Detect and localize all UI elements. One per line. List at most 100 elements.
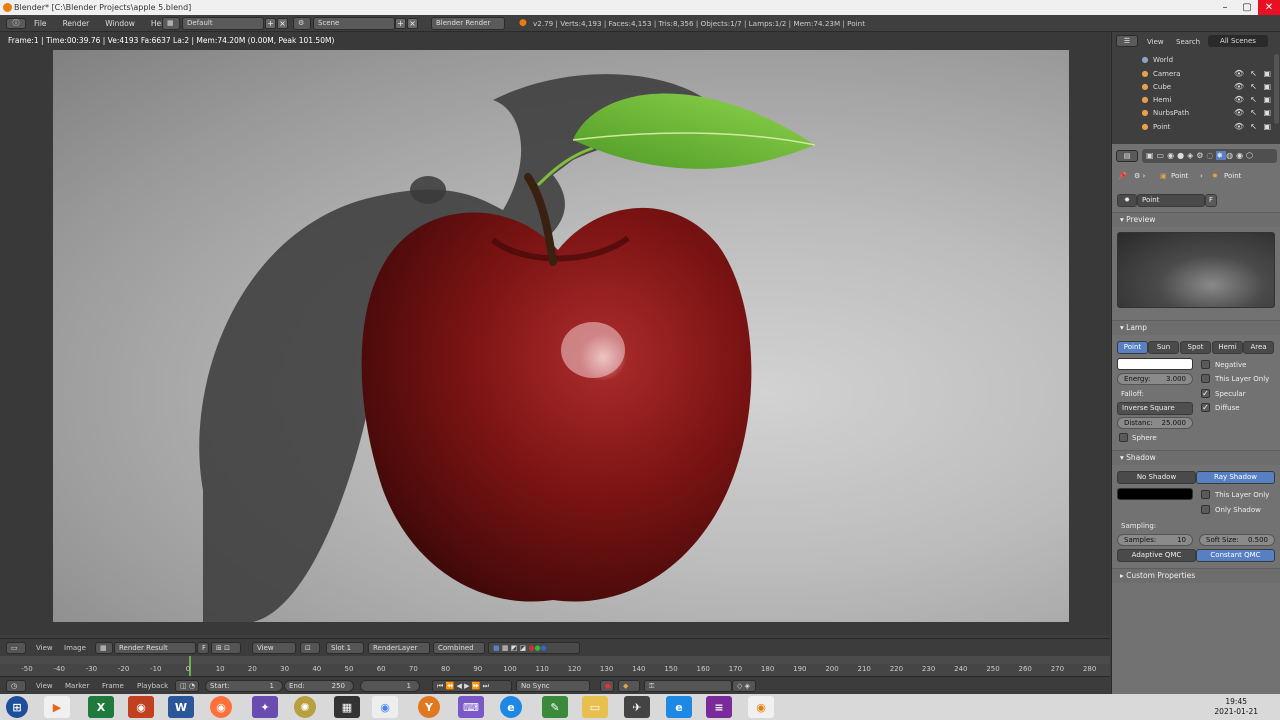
preview-range-icon[interactable]: ◫ ◔ <box>175 680 199 692</box>
lamp-type-area[interactable]: Area <box>1243 341 1274 354</box>
context-tabs[interactable]: ▣▭◉●◈⚙◌✸◍◉⬡ <box>1142 149 1277 163</box>
menu-view[interactable]: View <box>36 644 53 652</box>
only-shadow-checkbox[interactable] <box>1201 505 1210 514</box>
record-button[interactable]: ● <box>600 680 614 692</box>
app-icon[interactable]: ✎ <box>542 696 568 718</box>
outliner-display-mode[interactable]: All Scenes <box>1208 35 1268 47</box>
scene-selector[interactable]: Scene <box>313 17 395 30</box>
menu-view[interactable]: View <box>36 682 53 690</box>
app-icon[interactable]: ✺ <box>294 696 316 718</box>
lamp-panel-header[interactable]: ▾ Lamp <box>1112 320 1280 335</box>
diffuse-checkbox[interactable]: ✓ <box>1201 403 1210 412</box>
media-player-icon[interactable]: ▶ <box>44 696 70 718</box>
start-button[interactable]: ⊞ <box>6 696 28 718</box>
outliner-menu-view[interactable]: View <box>1147 38 1164 46</box>
layout-selector[interactable]: Default <box>182 17 264 30</box>
image-fake-user-button[interactable]: F <box>197 642 209 654</box>
outliner-scrollbar[interactable] <box>1274 54 1279 124</box>
selectability-cursor-icon[interactable]: ↖ <box>1250 82 1257 91</box>
outliner[interactable]: ☰ View Search All Scenes ● World ● Camera 👁 ↖… <box>1112 32 1280 144</box>
selectability-cursor-icon[interactable]: ↖ <box>1250 122 1257 131</box>
pin-icon[interactable]: 📌 <box>1118 172 1127 180</box>
app-icon[interactable]: ✈ <box>624 696 650 718</box>
outliner-item-world[interactable]: ● World <box>1112 54 1280 67</box>
outliner-item-hemi[interactable]: ● Hemi 👁 ↖ ▣ <box>1112 94 1280 107</box>
app-icon[interactable]: ≡ <box>706 696 732 718</box>
uv-icon[interactable]: ⊡ <box>300 642 320 654</box>
adaptive-qmc-button[interactable]: Adaptive QMC <box>1117 549 1196 562</box>
sync-selector[interactable]: No Sync <box>516 680 590 692</box>
system-clock[interactable]: 19:45 2021-01-21 <box>1214 697 1258 717</box>
render-layer-selector[interactable]: RenderLayer <box>368 642 430 654</box>
menu-window[interactable]: Window <box>105 19 135 28</box>
layout-add-button[interactable]: + <box>265 18 276 29</box>
renderability-camera-icon[interactable]: ▣ <box>1263 95 1271 104</box>
app-icon[interactable]: ▦ <box>334 696 360 718</box>
visibility-eye-icon[interactable]: 👁 <box>1234 69 1244 78</box>
falloff-selector[interactable]: Inverse Square <box>1117 402 1193 415</box>
specular-checkbox[interactable]: ✓ <box>1201 389 1210 398</box>
lamp-type-point[interactable]: Point <box>1117 341 1148 354</box>
menu-playback[interactable]: Playback <box>137 682 168 690</box>
datablock-name[interactable]: Point <box>1137 194 1205 207</box>
edge-icon[interactable]: e <box>500 696 522 718</box>
render-pass-selector[interactable]: Combined <box>433 642 485 654</box>
shadow-this-layer-checkbox[interactable] <box>1201 490 1210 499</box>
menu-marker[interactable]: Marker <box>65 682 89 690</box>
editor-type-icon[interactable]: ⓘ <box>6 18 26 29</box>
editor-type-icon[interactable]: ▭ <box>6 642 26 654</box>
layout-remove-button[interactable]: × <box>277 18 288 29</box>
constant-qmc-button[interactable]: Constant QMC <box>1196 549 1275 562</box>
menu-render[interactable]: Render <box>63 19 90 28</box>
channel-buttons[interactable]: ■ ▦ ◩ ◪ ●●● <box>488 642 580 654</box>
lamp-type-hemi[interactable]: Hemi <box>1212 341 1243 354</box>
word-icon[interactable]: W <box>168 696 194 718</box>
keying-set-selector[interactable]: ⚿ <box>644 680 732 692</box>
render-engine-selector[interactable]: Blender Render <box>431 17 505 30</box>
this-layer-only-checkbox[interactable] <box>1201 374 1210 383</box>
image-icons[interactable]: ⊞ ⊡ <box>211 642 241 654</box>
custom-properties-header[interactable]: ▸ Custom Properties <box>1112 568 1280 583</box>
timeline[interactable]: -50 -40 -30 -20 -10 0 10 20 30 40 50 60 70 80 90 100 110… <box>0 656 1110 676</box>
end-frame-field[interactable]: End: 250 <box>284 680 354 692</box>
outliner-item-nurbspath[interactable]: ● NurbsPath 👁 ↖ ▣ <box>1112 107 1280 120</box>
outliner-item-camera[interactable]: ● Camera 👁 ↖ ▣ <box>1112 68 1280 81</box>
selectability-cursor-icon[interactable]: ↖ <box>1250 108 1257 117</box>
image-browse-icon[interactable]: ▦ <box>95 642 113 654</box>
shadow-type-no-shadow[interactable]: No Shadow <box>1117 471 1196 484</box>
outliner-menu-search[interactable]: Search <box>1176 38 1200 46</box>
file-explorer-icon[interactable]: ▭ <box>582 696 608 718</box>
renderability-camera-icon[interactable]: ▣ <box>1263 122 1271 131</box>
app-icon[interactable]: ◉ <box>128 696 154 718</box>
editor-type-icon[interactable]: ◷ <box>6 680 26 692</box>
current-frame-field[interactable]: 1 <box>360 680 420 692</box>
negative-checkbox[interactable] <box>1201 360 1210 369</box>
app-icon[interactable]: Y <box>418 696 440 718</box>
scene-remove-button[interactable]: × <box>407 18 418 29</box>
maximize-button[interactable]: ▢ <box>1236 0 1258 15</box>
view-mode-selector[interactable]: View <box>252 642 296 654</box>
visibility-eye-icon[interactable]: 👁 <box>1234 95 1244 104</box>
keying-icons[interactable]: ◆ <box>618 680 640 692</box>
shadow-type-ray-shadow[interactable]: Ray Shadow <box>1196 471 1275 484</box>
app-icon[interactable]: ✦ <box>252 696 278 718</box>
renderability-camera-icon[interactable]: ▣ <box>1263 82 1271 91</box>
outliner-type-icon[interactable]: ☰ <box>1116 35 1138 47</box>
preview-panel-header[interactable]: ▾ Preview <box>1112 212 1280 227</box>
menu-image[interactable]: Image <box>64 644 86 652</box>
app-icon[interactable]: ⌨ <box>458 696 484 718</box>
menu-frame[interactable]: Frame <box>102 682 124 690</box>
playback-controls[interactable]: ⏮ ⏪ ◀ ▶ ⏩ ⏭ <box>432 680 512 692</box>
outliner-item-point[interactable]: ● Point 👁 ↖ ▣ <box>1112 121 1280 134</box>
slot-selector[interactable]: Slot 1 <box>326 642 364 654</box>
menu-file[interactable]: File <box>34 19 47 28</box>
shadow-panel-header[interactable]: ▾ Shadow <box>1112 450 1280 465</box>
datablock-browse-icon[interactable]: ✸ <box>1117 194 1137 207</box>
minimize-button[interactable]: – <box>1214 0 1236 15</box>
energy-field[interactable]: Energy: 3.000 <box>1117 373 1193 385</box>
visibility-eye-icon[interactable]: 👁 <box>1234 108 1244 117</box>
excel-icon[interactable]: X <box>88 696 114 718</box>
distance-field[interactable]: Distanc: 25.000 <box>1117 417 1193 429</box>
lamp-type-spot[interactable]: Spot <box>1180 341 1211 354</box>
chrome-icon[interactable]: ◉ <box>372 696 398 718</box>
